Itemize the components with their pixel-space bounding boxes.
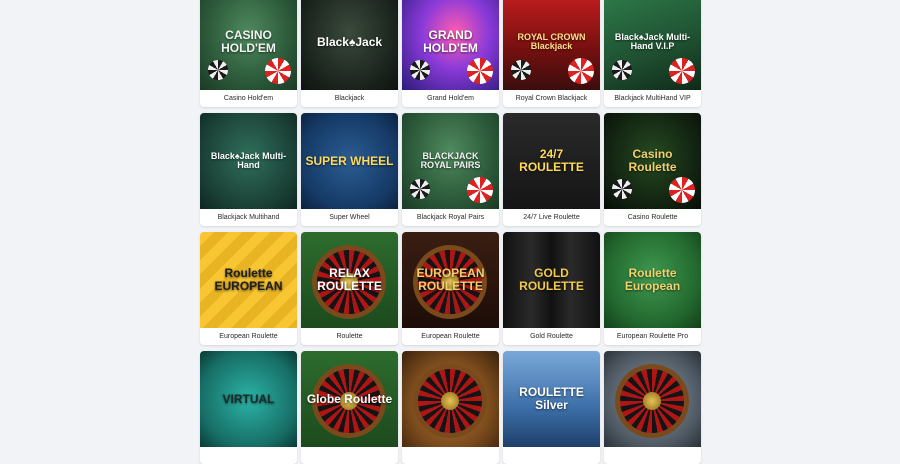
game-thumbnail[interactable]: RELAX ROULETTE — [301, 232, 398, 328]
game-title: Royal Crown Blackjack — [515, 95, 588, 102]
game-card[interactable]: Roulette EUROPEAN European Roulette — [200, 232, 297, 345]
game-logo-art: VIRTUAL — [222, 391, 275, 406]
game-logo-art: Roulette EUROPEAN — [214, 266, 283, 293]
game-card[interactable]: EUROPEAN ROULETTE European Roulette — [402, 232, 499, 345]
game-title: Blackjack Multihand — [217, 214, 280, 221]
game-card[interactable]: ROYAL CROWN Blackjack Royal Crown Blackja… — [503, 0, 600, 107]
game-thumbnail[interactable]: ROULETTE Silver — [503, 351, 600, 447]
game-thumbnail[interactable]: Roulette EUROPEAN — [200, 232, 297, 328]
game-thumbnail[interactable]: GRAND HOLD'EM — [402, 0, 499, 90]
game-card[interactable]: Casino Roulette Casino Roulette — [604, 113, 701, 226]
game-card[interactable]: Black♠Jack Multi-Hand V.I.P Blackjack Mul… — [604, 0, 701, 107]
game-card[interactable] — [604, 351, 701, 464]
game-title: Roulette — [336, 333, 363, 340]
game-logo-art: CASINO HOLD'EM — [221, 28, 276, 55]
game-thumbnail[interactable]: EUROPEAN ROULETTE — [402, 232, 499, 328]
game-title: Grand Hold'em — [427, 95, 474, 102]
game-card[interactable]: 24/7 ROULETTE 24/7 Live Roulette — [503, 113, 600, 226]
game-thumbnail[interactable]: 24/7 ROULETTE — [503, 113, 600, 209]
game-grid: CASINO HOLD'EM Casino Hold'em Black♠Jack Bl… — [200, 0, 701, 464]
game-thumbnail[interactable] — [402, 351, 499, 447]
game-logo-art: 24/7 ROULETTE — [519, 147, 584, 174]
game-thumbnail[interactable]: VIRTUAL — [200, 351, 297, 447]
game-card[interactable]: SUPER WHEEL Super Wheel — [301, 113, 398, 226]
game-logo-art: Black♠Jack — [316, 34, 383, 49]
game-thumbnail[interactable]: Casino Roulette — [604, 113, 701, 209]
game-card[interactable] — [402, 351, 499, 464]
game-thumbnail[interactable]: Roulette European — [604, 232, 701, 328]
game-thumbnail[interactable]: Black♠Jack Multi-Hand — [200, 113, 297, 209]
game-title — [301, 447, 398, 464]
game-logo-art: SUPER WHEEL — [305, 153, 394, 168]
game-thumbnail[interactable]: CASINO HOLD'EM — [200, 0, 297, 90]
game-thumbnail[interactable]: ROYAL CROWN Blackjack — [503, 0, 600, 90]
game-thumbnail[interactable]: SUPER WHEEL — [301, 113, 398, 209]
game-title: Blackjack MultiHand VIP — [614, 95, 691, 102]
game-title: European Roulette Pro — [616, 333, 689, 340]
game-card[interactable]: Globe Roulette — [301, 351, 398, 464]
game-card[interactable]: GOLD ROULETTE Gold Roulette — [503, 232, 600, 345]
game-title: Blackjack Royal Pairs — [416, 214, 485, 221]
game-card[interactable]: VIRTUAL — [200, 351, 297, 464]
game-logo-art: Roulette European — [624, 266, 681, 293]
game-logo-art: Black♠Jack Multi-Hand — [210, 150, 287, 170]
game-title — [200, 447, 297, 464]
game-card[interactable]: Black♠Jack Blackjack — [301, 0, 398, 107]
game-thumbnail[interactable] — [604, 351, 701, 447]
game-title — [503, 447, 600, 464]
game-logo-art: ROYAL CROWN Blackjack — [517, 31, 586, 51]
game-logo-art: RELAX ROULETTE — [317, 266, 382, 293]
game-title: European Roulette — [421, 333, 480, 340]
game-card[interactable]: CASINO HOLD'EM Casino Hold'em — [200, 0, 297, 107]
game-title — [402, 447, 499, 464]
game-thumbnail[interactable]: GOLD ROULETTE — [503, 232, 600, 328]
game-title: 24/7 Live Roulette — [523, 214, 580, 221]
game-logo-art: BLACKJACK ROYAL PAIRS — [420, 150, 481, 170]
game-logo-art: Black♠Jack Multi-Hand V.I.P — [614, 31, 691, 51]
game-card[interactable]: ROULETTE Silver — [503, 351, 600, 464]
game-card[interactable]: BLACKJACK ROYAL PAIRS Blackjack Royal Pai… — [402, 113, 499, 226]
game-logo-art: GOLD ROULETTE — [519, 266, 584, 293]
game-title: Blackjack — [334, 95, 365, 102]
game-title: European Roulette — [219, 333, 278, 340]
game-logo-art: GRAND HOLD'EM — [423, 28, 478, 55]
game-title — [604, 447, 701, 464]
game-title: Super Wheel — [329, 214, 370, 221]
game-card[interactable]: RELAX ROULETTE Roulette — [301, 232, 398, 345]
game-thumbnail[interactable]: BLACKJACK ROYAL PAIRS — [402, 113, 499, 209]
game-logo-art: EUROPEAN ROULETTE — [416, 266, 485, 293]
game-thumbnail[interactable]: Black♠Jack — [301, 0, 398, 90]
game-logo-art: Globe Roulette — [306, 391, 393, 406]
game-thumbnail[interactable]: Black♠Jack Multi-Hand V.I.P — [604, 0, 701, 90]
game-title: Gold Roulette — [530, 333, 573, 340]
game-card[interactable]: Black♠Jack Multi-Hand Blackjack Multihand — [200, 113, 297, 226]
game-card[interactable]: Roulette European European Roulette Pro — [604, 232, 701, 345]
game-title: Casino Roulette — [627, 214, 678, 221]
game-thumbnail[interactable]: Globe Roulette — [301, 351, 398, 447]
game-logo-art: ROULETTE Silver — [519, 385, 584, 412]
game-card[interactable]: GRAND HOLD'EM Grand Hold'em — [402, 0, 499, 107]
game-title: Casino Hold'em — [223, 95, 274, 102]
game-logo-art: Casino Roulette — [628, 147, 677, 174]
